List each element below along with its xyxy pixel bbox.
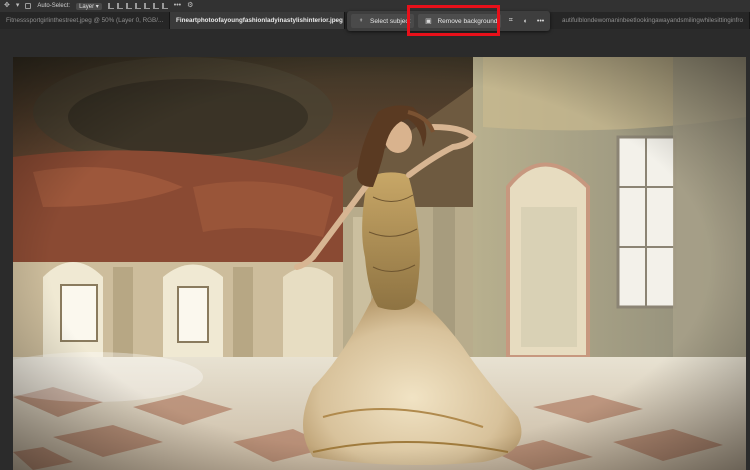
align-middle-icon[interactable]: [143, 3, 150, 9]
crop-icon[interactable]: ⌗: [505, 17, 516, 25]
auto-select-label: Auto-Select:: [37, 3, 71, 9]
photo: [13, 57, 746, 470]
tab-fineart-active[interactable]: Fineartphotoofayoungfashionladyinastylis…: [170, 12, 345, 29]
align-top-icon[interactable]: [134, 3, 141, 9]
align-right-icon[interactable]: [125, 3, 132, 9]
auto-select-target-dropdown[interactable]: Layer ▾: [76, 2, 102, 10]
tab-label: Fineartphotoofayoungfashionladyinastylis…: [176, 17, 343, 24]
select-subject-label: Select subject: [370, 17, 411, 25]
align-bottom-icon[interactable]: [152, 3, 159, 9]
auto-select-checkbox[interactable]: [25, 3, 32, 9]
tab-label: autifulblondewomaninbeetlookingawayandsm…: [562, 17, 743, 24]
highlight-box: [407, 5, 500, 36]
move-tool-icon[interactable]: ✥: [4, 0, 10, 12]
tab-fitness[interactable]: Fitnesssportgirlinthestreet.jpeg @ 50% (…: [0, 12, 170, 29]
align-buttons[interactable]: [107, 3, 168, 9]
more-options-icon[interactable]: •••: [535, 18, 546, 25]
distribute-icon[interactable]: [161, 3, 168, 9]
more-options-button[interactable]: •••: [174, 0, 181, 12]
auto-select-target-value: Layer: [79, 3, 95, 10]
select-subject-icon: ⍖: [358, 17, 364, 24]
gear-icon[interactable]: ⚙: [187, 0, 193, 12]
document-canvas[interactable]: [13, 57, 746, 470]
align-left-icon[interactable]: [107, 3, 114, 9]
adjustment-icon[interactable]: ◐: [520, 18, 531, 25]
chevron-down-icon[interactable]: ▾: [16, 0, 20, 12]
select-subject-button[interactable]: ⍖ Select subject: [351, 14, 415, 28]
align-center-icon[interactable]: [116, 3, 123, 9]
tab-label: Fitnesssportgirlinthestreet.jpeg @ 50% (…: [6, 17, 164, 24]
